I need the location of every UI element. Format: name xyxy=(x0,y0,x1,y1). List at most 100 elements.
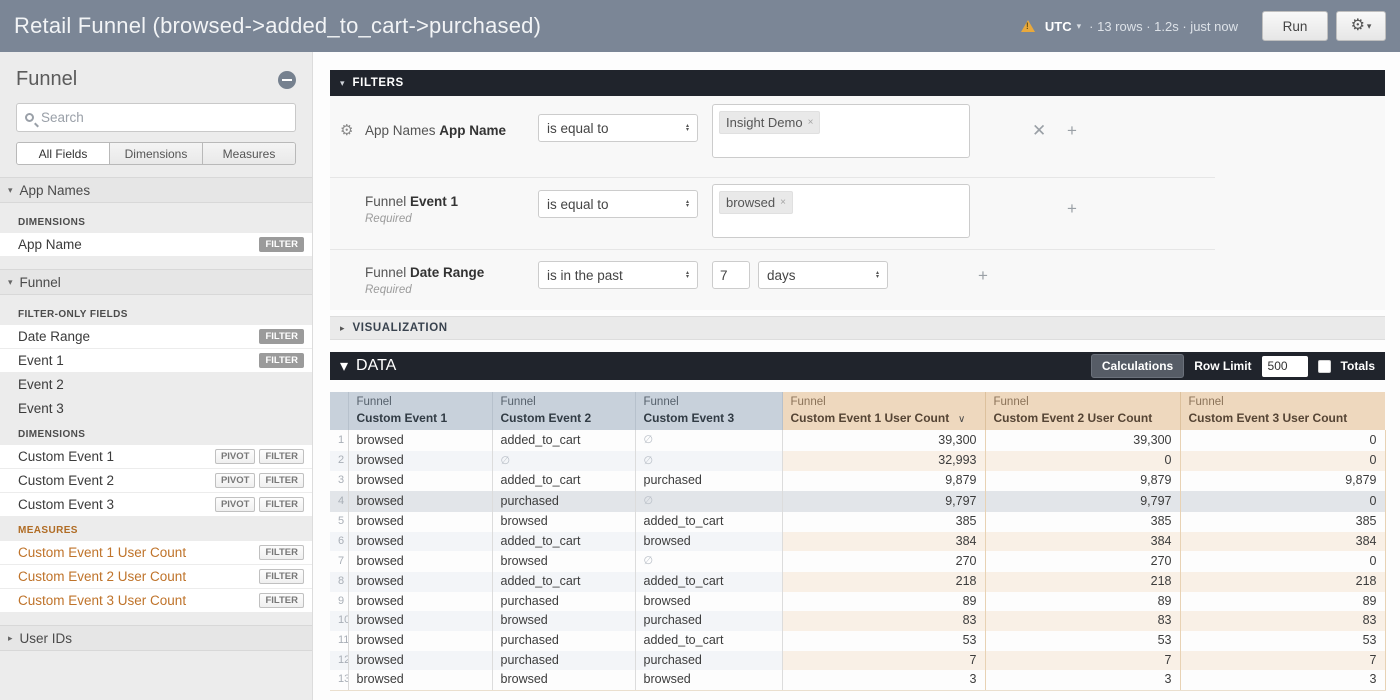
measure-cell[interactable]: 3 xyxy=(1180,670,1386,692)
dimension-cell[interactable]: browsed xyxy=(492,511,636,532)
dimension-cell[interactable]: browsed xyxy=(348,650,493,671)
column-header-custom-event-2[interactable]: Funnel Custom Event 2 xyxy=(492,392,636,430)
dimension-cell[interactable]: browsed xyxy=(635,591,783,612)
collapse-sidebar-button[interactable] xyxy=(278,70,296,89)
measure-cell[interactable]: 0 xyxy=(1180,450,1386,472)
measure-cell[interactable]: 9,879 xyxy=(782,471,986,492)
column-header-custom-event-3[interactable]: Funnel Custom Event 3 xyxy=(635,392,783,430)
sidebar-item-custom-event-1[interactable]: Custom Event 1 PIVOT FILTER xyxy=(0,445,312,468)
filter-badge[interactable]: FILTER xyxy=(259,448,304,465)
measure-cell[interactable]: 39,300 xyxy=(782,430,986,451)
measure-cell[interactable]: 89 xyxy=(782,591,986,612)
filter-number-input[interactable] xyxy=(712,261,750,289)
sidebar-item-custom-event-2[interactable]: Custom Event 2 PIVOT FILTER xyxy=(0,469,312,492)
dimension-cell[interactable]: browsed xyxy=(348,611,493,632)
dimension-cell[interactable]: ∅ xyxy=(492,450,636,472)
measure-cell[interactable]: 39,300 xyxy=(985,430,1181,451)
measure-cell[interactable]: 0 xyxy=(1180,551,1386,572)
sidebar-item-custom-event-3[interactable]: Custom Event 3 PIVOT FILTER xyxy=(0,493,312,516)
sidebar-item-custom-event-1-user-count[interactable]: Custom Event 1 User Count FILTER xyxy=(0,541,312,564)
pivot-badge[interactable]: PIVOT xyxy=(214,496,256,513)
filter-value-box-event-1[interactable]: browsed × xyxy=(712,184,970,238)
measure-cell[interactable]: 9,879 xyxy=(1180,471,1386,492)
measure-cell[interactable]: 3 xyxy=(782,670,986,692)
dimension-cell[interactable]: browsed xyxy=(348,511,493,532)
warning-icon[interactable] xyxy=(1020,20,1035,32)
remove-filter-icon[interactable]: ✕ xyxy=(1032,122,1046,139)
dimension-cell[interactable]: added_to_cart xyxy=(492,430,636,451)
gear-icon[interactable]: ⚙ xyxy=(340,121,353,139)
dimension-cell[interactable]: browsed xyxy=(348,631,493,651)
add-filter-icon[interactable]: + xyxy=(1067,200,1077,217)
measure-cell[interactable]: 7 xyxy=(985,650,1181,671)
measure-cell[interactable]: 53 xyxy=(782,631,986,651)
dimension-cell[interactable]: added_to_cart xyxy=(635,511,783,532)
measure-cell[interactable]: 83 xyxy=(1180,611,1386,632)
measure-cell[interactable]: 270 xyxy=(985,551,1181,572)
sidebar-item-custom-event-3-user-count[interactable]: Custom Event 3 User Count FILTER xyxy=(0,589,312,612)
measure-cell[interactable]: 384 xyxy=(985,531,1181,552)
dimension-cell[interactable]: browsed xyxy=(348,531,493,552)
add-filter-icon[interactable]: + xyxy=(978,267,988,284)
column-header-custom-event-2-user-count[interactable]: Funnel Custom Event 2 User Count xyxy=(985,392,1181,430)
measure-cell[interactable]: 0 xyxy=(1180,491,1386,512)
dimension-cell[interactable]: added_to_cart xyxy=(492,471,636,492)
sidebar-item-event-3[interactable]: Event 3 xyxy=(0,397,312,420)
filter-badge[interactable]: FILTER xyxy=(259,592,304,609)
dimension-cell[interactable]: purchased xyxy=(492,650,636,671)
measure-cell[interactable]: 89 xyxy=(1180,591,1386,612)
dimension-cell[interactable]: browsed xyxy=(635,670,783,692)
dimension-cell[interactable]: browsed xyxy=(348,591,493,612)
measure-cell[interactable]: 9,797 xyxy=(782,491,986,512)
totals-checkbox[interactable] xyxy=(1317,359,1331,373)
operator-select-date-range[interactable]: is in the past ▴ ▾ xyxy=(538,261,698,289)
dimension-cell[interactable]: browsed xyxy=(492,611,636,632)
sidebar-item-custom-event-2-user-count[interactable]: Custom Event 2 User Count FILTER xyxy=(0,565,312,588)
sidebar-item-event-2[interactable]: Event 2 xyxy=(0,373,312,396)
filter-badge[interactable]: FILTER xyxy=(259,496,304,513)
tab-all-fields[interactable]: All Fields xyxy=(17,143,110,164)
run-button[interactable]: Run xyxy=(1262,11,1328,41)
sidebar-item-date-range[interactable]: Date Range FILTER xyxy=(0,325,312,348)
visualization-section-header[interactable]: ▸ VISUALIZATION xyxy=(330,316,1385,340)
measure-cell[interactable]: 218 xyxy=(782,571,986,592)
pivot-badge[interactable]: PIVOT xyxy=(214,448,256,465)
filter-value-box-app-name[interactable]: Insight Demo × xyxy=(712,104,970,158)
filter-badge[interactable]: FILTER xyxy=(259,472,304,489)
filters-section-header[interactable]: ▾ FILTERS xyxy=(330,70,1385,96)
dimension-cell[interactable]: purchased xyxy=(492,491,636,512)
dimension-cell[interactable]: browsed xyxy=(348,471,493,492)
measure-cell[interactable]: 0 xyxy=(1180,430,1386,451)
chip-remove-icon[interactable]: × xyxy=(780,197,786,208)
filter-badge[interactable]: FILTER xyxy=(259,328,304,345)
measure-cell[interactable]: 9,879 xyxy=(985,471,1181,492)
dimension-cell[interactable]: browsed xyxy=(348,670,493,692)
column-header-custom-event-1-user-count[interactable]: Funnel Custom Event 1 User Count ∨ xyxy=(782,392,986,430)
tab-measures[interactable]: Measures xyxy=(203,143,295,164)
dimension-cell[interactable]: browsed xyxy=(348,571,493,592)
dimension-cell[interactable]: browsed xyxy=(348,551,493,572)
sidebar-group-funnel[interactable]: ▾ Funnel xyxy=(0,269,312,295)
filter-badge[interactable]: FILTER xyxy=(259,352,304,369)
operator-select-event-1[interactable]: is equal to ▴ ▾ xyxy=(538,190,698,218)
column-header-custom-event-1[interactable]: Funnel Custom Event 1 xyxy=(348,392,493,430)
dimension-cell[interactable]: purchased xyxy=(635,471,783,492)
dimension-cell[interactable]: purchased xyxy=(635,611,783,632)
dimension-cell[interactable]: browsed xyxy=(348,450,493,472)
data-section-header[interactable]: ▾ DATA Calculations Row Limit Totals xyxy=(330,352,1385,380)
measure-cell[interactable]: 7 xyxy=(782,650,986,671)
measure-cell[interactable]: 89 xyxy=(985,591,1181,612)
sidebar-group-app-names[interactable]: ▾ App Names xyxy=(0,177,312,203)
measure-cell[interactable]: 384 xyxy=(1180,531,1386,552)
filter-badge[interactable]: FILTER xyxy=(259,568,304,585)
dimension-cell[interactable]: added_to_cart xyxy=(635,631,783,651)
measure-cell[interactable]: 218 xyxy=(1180,571,1386,592)
measure-cell[interactable]: 83 xyxy=(782,611,986,632)
column-header-custom-event-3-user-count[interactable]: Funnel Custom Event 3 User Count xyxy=(1180,392,1385,430)
measure-cell[interactable]: 32,993 xyxy=(782,450,986,472)
sidebar-group-user-ids[interactable]: ▸ User IDs xyxy=(0,625,312,651)
dimension-cell[interactable]: ∅ xyxy=(635,551,783,572)
row-limit-input[interactable] xyxy=(1261,355,1308,377)
measure-cell[interactable]: 53 xyxy=(985,631,1181,651)
measure-cell[interactable]: 218 xyxy=(985,571,1181,592)
